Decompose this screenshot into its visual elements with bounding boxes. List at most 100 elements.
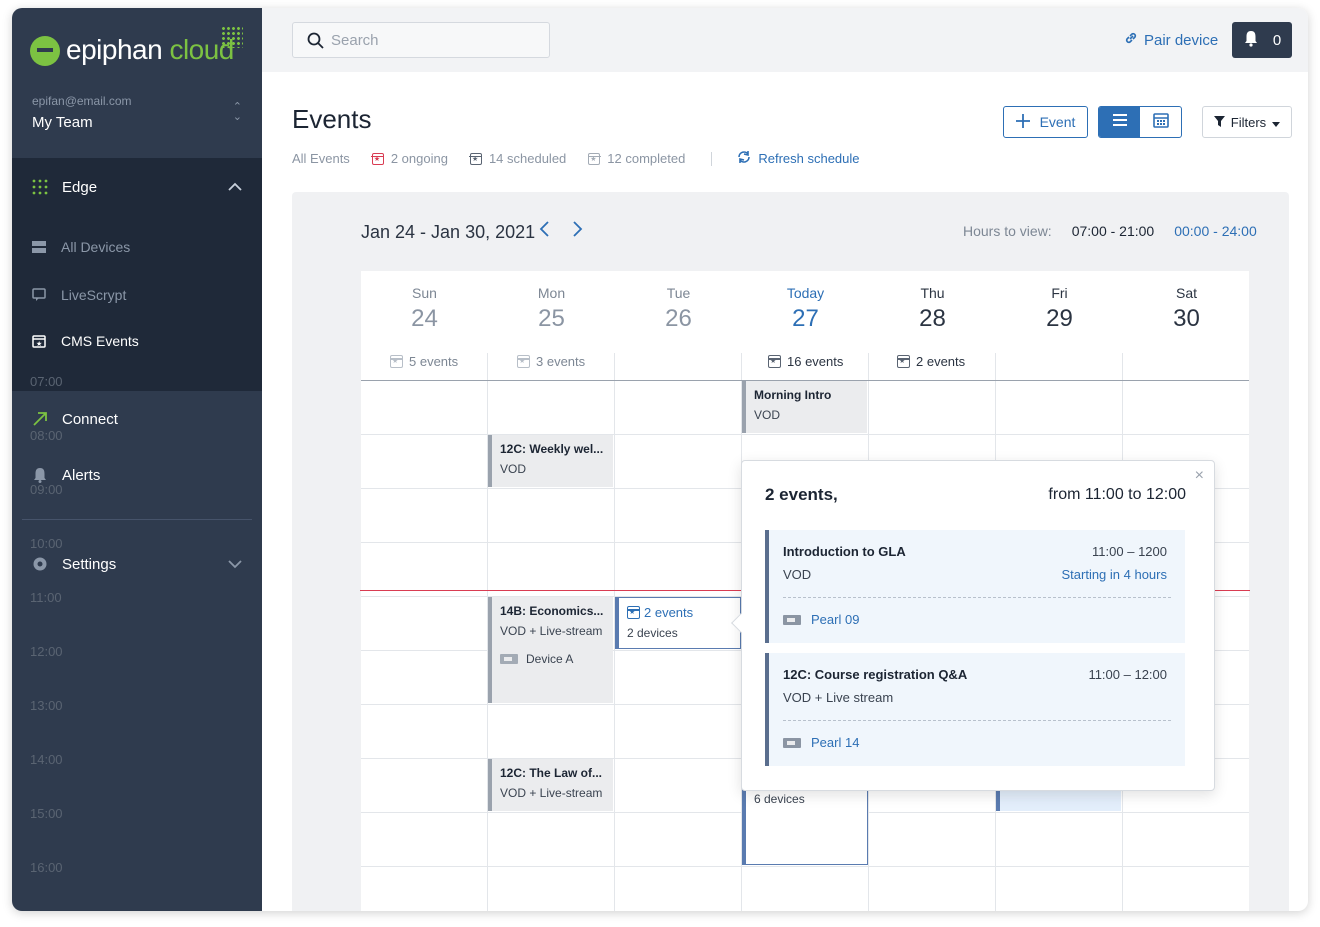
server-icon: [32, 240, 46, 254]
sidebar-item-all-devices[interactable]: All Devices: [32, 236, 242, 258]
team-switcher[interactable]: epifan@email.com My Team ⌃ ⌄: [32, 94, 242, 131]
event-type: VOD + Live stream: [783, 690, 894, 705]
day-header[interactable]: Fri 29: [996, 285, 1123, 333]
search-placeholder: Search: [331, 31, 379, 49]
calendar-event[interactable]: Morning Intro VOD: [742, 381, 867, 433]
calendar-event[interactable]: 14B: Economics... VOD + Live-stream Device…: [488, 597, 613, 703]
event-device-link[interactable]: Pearl 09: [783, 612, 859, 627]
calendar-event[interactable]: 12C: Weekly wel... VOD: [488, 435, 613, 487]
popover-time-range: from 11:00 to 12:00: [1048, 486, 1186, 503]
filters-button[interactable]: Filters: [1202, 106, 1292, 138]
filters-label: Filters: [1230, 114, 1267, 130]
hour-label: 15:00: [30, 806, 63, 821]
day-name: Sat: [1175, 285, 1197, 301]
day-date: 27: [792, 305, 819, 332]
day-event-count[interactable]: 3 events: [516, 354, 586, 369]
event-group-header: 2 events: [627, 605, 732, 620]
bell-icon: [1243, 30, 1259, 51]
team-chevron-icon: ⌃ ⌄: [232, 101, 242, 123]
logo-wordmark: epiphan cloud: [66, 34, 234, 66]
day-header[interactable]: Tue 26: [615, 285, 742, 333]
notifications-button[interactable]: 0: [1232, 22, 1292, 58]
hours-to-view: Hours to view: 07:00 - 21:00 00:00 - 24:…: [963, 223, 1257, 239]
hours-label: Hours to view:: [963, 223, 1052, 239]
arrow-up-right-icon: [32, 411, 48, 427]
refresh-schedule-button[interactable]: Refresh schedule: [736, 150, 860, 167]
add-event-button[interactable]: Event: [1003, 106, 1088, 138]
top-bar: Search Pair device 0: [262, 8, 1308, 72]
calendar-icon: [371, 152, 385, 165]
calendar-event-group[interactable]: 2 events 2 devices: [615, 597, 741, 649]
list-icon: [1112, 113, 1128, 132]
device-icon: [783, 737, 801, 748]
bell-icon: [32, 467, 48, 483]
day-name: Today: [786, 285, 825, 301]
hours-option-day[interactable]: 07:00 - 21:00: [1072, 223, 1155, 239]
epiphan-cloud-logo[interactable]: epiphan cloud: [30, 26, 245, 74]
day-header[interactable]: Sat 30: [1123, 285, 1250, 333]
calendar-icon: ★: [32, 334, 46, 348]
hour-label: 10:00: [30, 536, 63, 551]
close-icon[interactable]: ×: [1195, 467, 1204, 485]
calendar-icon: [587, 152, 601, 165]
gear-icon: [32, 556, 48, 572]
event-device-link[interactable]: Pearl 14: [783, 735, 859, 750]
date-range: Jan 24 - Jan 30, 2021: [361, 222, 536, 242]
sidebar-item-cms-events[interactable]: ★ CMS Events: [32, 330, 242, 352]
nav-settings[interactable]: Settings: [32, 552, 242, 576]
status-filters: All Events 2 ongoing 14 scheduled 12 com…: [292, 150, 860, 167]
popover-event-card[interactable]: 12C: Course registration Q&A 11:00 – 12:…: [765, 653, 1185, 766]
link-icon: [1124, 31, 1138, 49]
chevron-right-icon[interactable]: [572, 220, 584, 243]
day-date: 25: [538, 305, 565, 332]
nav-connect-label: Connect: [62, 410, 118, 428]
event-subtitle: 6 devices: [754, 792, 805, 806]
filter-completed[interactable]: 12 completed: [587, 151, 685, 166]
sidebar: epiphan cloud epifan@email.com My Team ⌃…: [12, 8, 262, 911]
events-popover: × 2 events, from 11:00 to 12:00 Introduc…: [731, 460, 1215, 791]
day-event-count[interactable]: 5 events: [389, 354, 458, 369]
hour-label: 12:00: [30, 644, 63, 659]
calendar-icon: [896, 355, 910, 368]
nav-edge[interactable]: Edge: [32, 175, 242, 199]
nav-alerts[interactable]: Alerts: [32, 463, 242, 487]
calendar-icon: [469, 152, 483, 165]
filter-scheduled[interactable]: 14 scheduled: [469, 151, 566, 166]
sidebar-divider: [22, 519, 252, 520]
hours-option-full[interactable]: 00:00 - 24:00: [1174, 223, 1257, 239]
device-icon: [500, 654, 518, 664]
day-date: 29: [1046, 305, 1073, 332]
event-count-label: 2 events: [916, 354, 966, 369]
day-name: Fri: [1051, 285, 1068, 301]
event-name: 12C: Course registration Q&A: [783, 667, 968, 682]
pair-device-link[interactable]: Pair device: [1124, 31, 1218, 49]
calendar-view-button[interactable]: [1140, 107, 1181, 137]
nav-connect[interactable]: Connect: [32, 407, 242, 431]
calendar-icon: [627, 606, 640, 619]
hour-label: 16:00: [30, 860, 63, 875]
day-event-count[interactable]: 2 events: [896, 354, 966, 369]
sidebar-item-livescrypt[interactable]: LiveScrypt: [32, 284, 242, 306]
filter-separator: [711, 151, 713, 166]
day-event-count[interactable]: 16 events: [767, 354, 843, 369]
filter-label: All Events: [292, 151, 350, 166]
day-header-today[interactable]: Today 27: [742, 285, 869, 333]
filter-all-events[interactable]: All Events: [292, 151, 350, 166]
sidebar-item-label: CMS Events: [61, 333, 139, 349]
day-date: 30: [1173, 305, 1200, 332]
hour-label: 08:00: [30, 428, 63, 443]
chevron-left-icon[interactable]: [538, 220, 550, 243]
event-count-label: 3 events: [536, 354, 586, 369]
calendar-event[interactable]: 12C: The Law of... VOD + Live-stream: [488, 759, 613, 811]
day-header[interactable]: Thu 28: [869, 285, 996, 333]
filter-ongoing[interactable]: 2 ongoing: [371, 151, 448, 166]
day-header[interactable]: Mon 25: [488, 285, 615, 333]
day-header[interactable]: Sun 24: [361, 285, 488, 333]
event-subtitle: VOD: [754, 408, 781, 422]
day-name: Thu: [920, 285, 945, 301]
popover-event-card[interactable]: Introduction to GLA 11:00 – 1200 VOD Sta…: [765, 530, 1185, 643]
list-view-button[interactable]: [1099, 107, 1140, 137]
search-input[interactable]: Search: [292, 22, 550, 58]
edge-section: Edge All Devices LiveScrypt ★ CMS Events: [12, 158, 262, 391]
card-divider: [783, 720, 1171, 721]
